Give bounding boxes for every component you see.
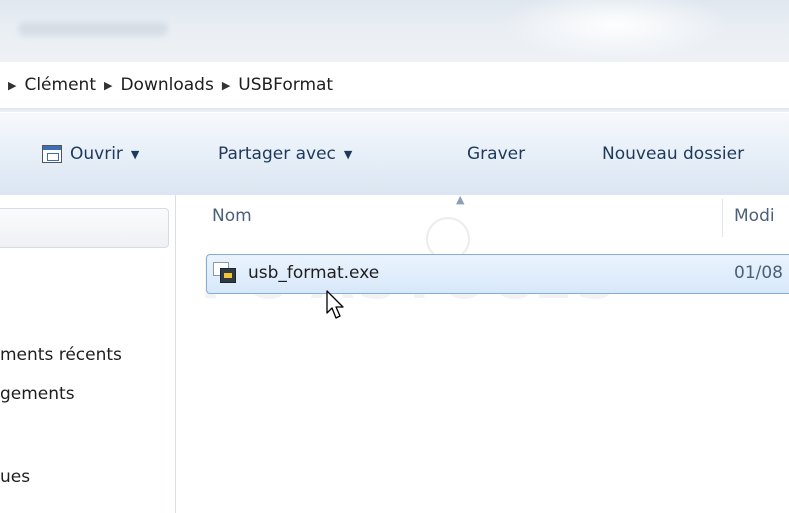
navigation-pane: ments récents gements ues xyxy=(0,195,176,513)
breadcrumb[interactable]: ▶ Clément ▶ Downloads ▶ USBFormat xyxy=(0,62,789,109)
new-folder-label: Nouveau dossier xyxy=(602,144,745,164)
file-name: usb_format.exe xyxy=(248,263,380,283)
breadcrumb-item-clement[interactable]: Clément xyxy=(24,75,96,95)
breadcrumb-arrow-icon[interactable]: ▶ xyxy=(8,79,16,92)
nav-item-libraries[interactable]: ues xyxy=(0,467,30,487)
dropdown-arrow-icon[interactable]: ▼ xyxy=(131,148,139,161)
exe-file-icon xyxy=(213,262,237,284)
column-header-row: Nom ▲ Modi xyxy=(176,193,789,241)
title-glow xyxy=(500,0,730,60)
sort-arrow-icon: ▲ xyxy=(456,193,465,206)
open-label: Ouvrir xyxy=(70,144,123,164)
column-header-name[interactable]: Nom xyxy=(212,206,252,226)
dropdown-arrow-icon: ▼ xyxy=(343,147,353,161)
window-title-bar xyxy=(0,0,789,62)
nav-item-recent-documents[interactable]: ments récents xyxy=(0,345,122,365)
mouse-cursor-icon xyxy=(326,290,344,319)
breadcrumb-item-usbformat[interactable]: USBFormat xyxy=(238,75,333,95)
file-list: Nom ▲ Modi PC ASTUCES usb_format.exe 01/… xyxy=(176,193,789,513)
file-date: 01/08 xyxy=(734,263,783,283)
burn-label: Graver xyxy=(467,144,526,164)
new-folder-button[interactable]: Nouveau dossier xyxy=(602,113,744,195)
blurred-title xyxy=(18,22,168,36)
breadcrumb-arrow-icon[interactable]: ▶ xyxy=(104,79,112,92)
open-button[interactable]: Ouvrir ▼ xyxy=(42,113,139,195)
nav-header-box[interactable] xyxy=(0,208,169,248)
file-row[interactable]: usb_format.exe 01/08 xyxy=(206,254,789,294)
nav-item-downloads[interactable]: gements xyxy=(0,384,75,404)
column-divider[interactable] xyxy=(722,199,723,237)
share-with-button[interactable]: Partager avec ▼ xyxy=(218,113,352,195)
column-header-modified[interactable]: Modi xyxy=(734,206,775,226)
burn-button[interactable]: Graver xyxy=(467,113,525,195)
address-bar: ▶ Clément ▶ Downloads ▶ USBFormat xyxy=(0,62,789,112)
share-label: Partager avec xyxy=(218,144,336,164)
breadcrumb-item-downloads[interactable]: Downloads xyxy=(120,75,213,95)
breadcrumb-arrow-icon[interactable]: ▶ xyxy=(222,79,230,92)
command-toolbar: Ouvrir ▼ Partager avec ▼ Graver Nouveau … xyxy=(0,112,789,196)
open-window-icon xyxy=(42,145,62,163)
